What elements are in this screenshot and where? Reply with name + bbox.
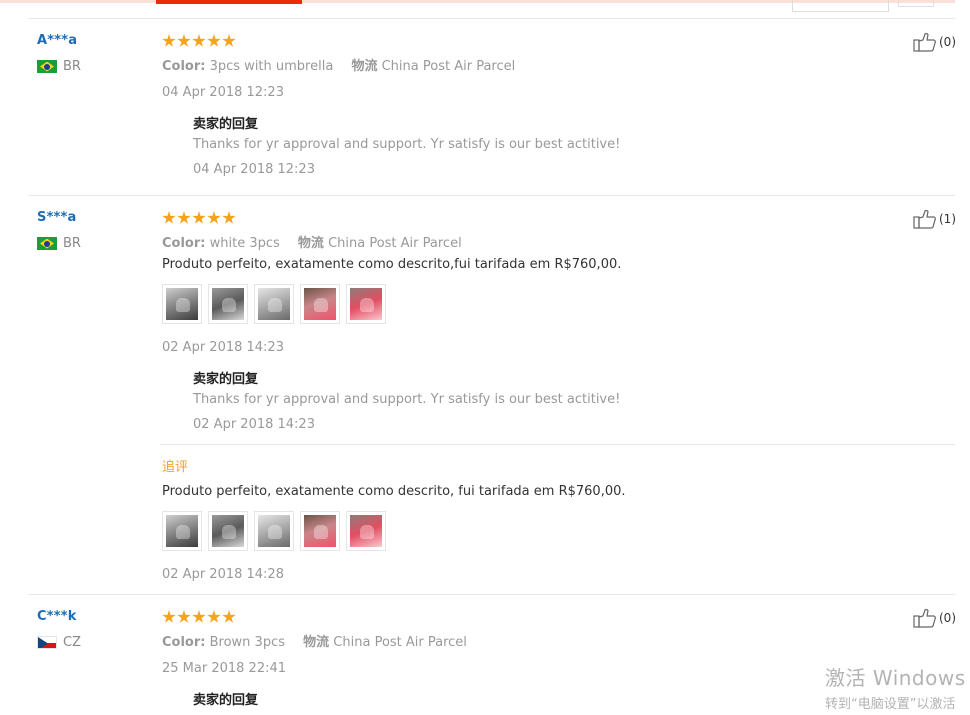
- seller-reply-text: Thanks for yr approval and support. Yr s…: [193, 392, 621, 407]
- star-rating: [162, 211, 236, 225]
- star-icon: [192, 211, 206, 224]
- star-icon: [162, 34, 176, 47]
- seller-reply-date: 04 Apr 2018 12:23: [193, 162, 315, 177]
- review-tabs-strip: [0, 0, 970, 19]
- followup-text: Produto perfeito, exatamente como descri…: [162, 484, 626, 499]
- seller-reply-title: 卖家的回复: [193, 117, 259, 132]
- watermark-subtitle: 转到“电脑设置”以激活: [825, 697, 956, 712]
- review-photo-thumbnail[interactable]: [346, 511, 386, 551]
- reviewer-country: BR: [37, 59, 81, 74]
- color-value: Brown 3pcs: [209, 635, 285, 650]
- thumbs-up-icon: [913, 32, 936, 52]
- color-label: Color:: [162, 236, 206, 251]
- star-rating: [162, 34, 236, 48]
- helpful-button[interactable]: (1): [913, 209, 956, 229]
- brazil-flag-icon: [37, 60, 57, 73]
- thumbs-up-icon: [913, 209, 936, 229]
- star-icon: [192, 34, 206, 47]
- followup-label: 追评: [162, 460, 189, 475]
- review-photo-thumbnail[interactable]: [254, 284, 294, 324]
- shipping-value: China Post Air Parcel: [328, 236, 462, 251]
- followup-date: 02 Apr 2018 14:28: [162, 567, 284, 582]
- helpful-count: (0): [939, 611, 956, 625]
- sort-select[interactable]: [792, 0, 889, 12]
- review-photo-thumbnail[interactable]: [346, 284, 386, 324]
- seller-reply-text: Thanks for yr approval and support. Yr s…: [193, 137, 621, 152]
- review-photo-thumbnail[interactable]: [162, 284, 202, 324]
- seller-reply-date: 02 Apr 2018 14:23: [193, 417, 315, 432]
- review-date: 25 Mar 2018 22:41: [162, 661, 287, 676]
- reviewer-name[interactable]: S***a: [37, 210, 77, 225]
- reviewer-name[interactable]: C***k: [37, 609, 77, 624]
- star-icon: [177, 610, 191, 623]
- review-date: 02 Apr 2018 14:23: [162, 340, 284, 355]
- star-rating: [162, 610, 236, 624]
- star-icon: [222, 211, 236, 224]
- review-photo-thumbnail[interactable]: [208, 511, 248, 551]
- seller-reply-title: 卖家的回复: [193, 693, 259, 708]
- reviewer-name[interactable]: A***a: [37, 33, 77, 48]
- helpful-button[interactable]: (0): [913, 608, 956, 628]
- order-info: Color: 3pcs with umbrella 物流 China Post …: [162, 55, 515, 74]
- country-code: BR: [63, 236, 81, 251]
- shipping-label: 物流: [297, 236, 324, 251]
- seller-reply-title: 卖家的回复: [193, 372, 259, 387]
- color-label: Color:: [162, 635, 206, 650]
- brazil-flag-icon: [37, 237, 57, 250]
- pager-control[interactable]: [898, 0, 934, 7]
- star-icon: [207, 34, 221, 47]
- star-icon: [192, 610, 206, 623]
- color-value: white 3pcs: [209, 236, 280, 251]
- star-icon: [222, 34, 236, 47]
- tab-feedback-active[interactable]: [156, 0, 302, 4]
- helpful-count: (1): [939, 212, 956, 226]
- star-icon: [177, 34, 191, 47]
- country-code: BR: [63, 59, 81, 74]
- review-photos: [162, 284, 386, 324]
- country-code: CZ: [63, 635, 81, 650]
- watermark-title: 激活 Windows: [825, 666, 966, 690]
- helpful-button[interactable]: (0): [913, 32, 956, 52]
- review-photo-thumbnail[interactable]: [300, 511, 340, 551]
- shipping-label: 物流: [303, 635, 330, 650]
- review-text: Produto perfeito, exatamente como descri…: [162, 257, 622, 272]
- thumbs-up-icon: [913, 608, 936, 628]
- order-info: Color: Brown 3pcs 物流 China Post Air Parc…: [162, 631, 467, 650]
- shipping-value: China Post Air Parcel: [333, 635, 467, 650]
- review-photo-thumbnail[interactable]: [208, 284, 248, 324]
- review-divider: [28, 594, 955, 595]
- review-date: 04 Apr 2018 12:23: [162, 85, 284, 100]
- order-info: Color: white 3pcs 物流 China Post Air Parc…: [162, 232, 462, 251]
- czech-flag-icon: [37, 636, 57, 649]
- review-photo-thumbnail[interactable]: [254, 511, 294, 551]
- review-photo-thumbnail[interactable]: [300, 284, 340, 324]
- color-label: Color:: [162, 59, 206, 74]
- followup-photos: [162, 511, 386, 551]
- review-divider: [28, 195, 955, 196]
- shipping-value: China Post Air Parcel: [381, 59, 516, 74]
- star-icon: [162, 610, 176, 623]
- shipping-label: 物流: [351, 59, 378, 74]
- star-icon: [207, 610, 221, 623]
- color-value: 3pcs with umbrella: [209, 59, 334, 74]
- star-icon: [162, 211, 176, 224]
- review-photo-thumbnail[interactable]: [162, 511, 202, 551]
- star-icon: [177, 211, 191, 224]
- reviewer-country: BR: [37, 236, 81, 251]
- star-icon: [222, 610, 236, 623]
- followup-divider: [160, 444, 955, 445]
- windows-activation-watermark: 激活 Windows 转到“电脑设置”以激活: [825, 662, 966, 712]
- star-icon: [207, 211, 221, 224]
- helpful-count: (0): [939, 35, 956, 49]
- divider: [28, 18, 955, 19]
- reviewer-country: CZ: [37, 635, 81, 650]
